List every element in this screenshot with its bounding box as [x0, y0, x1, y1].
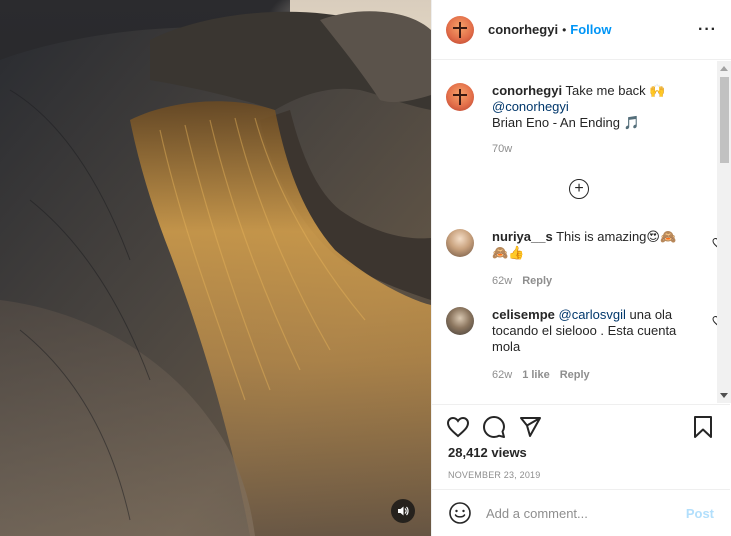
comment-composer: Post	[432, 489, 730, 536]
reply-button[interactable]: Reply	[522, 273, 552, 289]
comment-input[interactable]	[486, 505, 686, 521]
bookmark-icon[interactable]	[692, 415, 714, 439]
follow-button[interactable]: Follow	[570, 22, 611, 37]
plus-circle-icon[interactable]: +	[569, 179, 589, 199]
caption-age[interactable]: 70w	[492, 141, 512, 157]
comment-age[interactable]: 62w	[492, 367, 512, 383]
avatar[interactable]	[446, 83, 474, 111]
like-count[interactable]: 1 like	[522, 367, 550, 383]
comment-age[interactable]: 62w	[492, 273, 512, 289]
scrollbar-thumb[interactable]	[720, 77, 729, 163]
comment-emoji: 😍🙈	[646, 229, 677, 244]
scroll-down-arrow-icon[interactable]	[720, 393, 728, 398]
comment-text: This is amazing	[556, 229, 647, 244]
author-username[interactable]: conorhegyi	[488, 22, 558, 37]
ellipsis-icon[interactable]: ···	[698, 21, 717, 37]
scroll-up-arrow-icon[interactable]	[720, 66, 728, 71]
comment-icon[interactable]	[482, 415, 506, 439]
music-emoji: 🎵	[623, 115, 640, 130]
post-date[interactable]: NOVEMBER 23, 2019	[448, 470, 714, 480]
comments-list[interactable]: conorhegyi Take me back 🙌 @conorhegyi Br…	[432, 61, 730, 403]
caption-text: Take me back	[565, 83, 646, 98]
mute-button[interactable]	[391, 499, 415, 523]
wave-image	[0, 11, 431, 536]
separator-dot: •	[562, 22, 567, 37]
avatar[interactable]	[446, 307, 474, 335]
send-icon[interactable]	[518, 415, 542, 439]
post-header: conorhegyi • Follow ···	[432, 0, 731, 60]
post-actions: 28,412 views NOVEMBER 23, 2019	[432, 404, 730, 480]
comment-item: celisempe @carlosvgil una ola tocando el…	[446, 307, 724, 383]
caption-emoji: 🙌	[649, 83, 666, 98]
caption: conorhegyi Take me back 🙌 @conorhegyi Br…	[446, 83, 716, 157]
comment-mention[interactable]: @carlosvgil	[559, 307, 626, 322]
speaker-icon	[398, 506, 409, 516]
comment-emoji-line: 🙈👍	[492, 245, 525, 260]
caption-mention[interactable]: @conorhegyi	[492, 99, 716, 115]
post-button[interactable]: Post	[686, 506, 714, 521]
caption-username[interactable]: conorhegyi	[492, 83, 562, 98]
comment-username[interactable]: nuriya__s	[492, 229, 553, 244]
view-count[interactable]: 28,412 views	[448, 445, 714, 460]
heart-icon[interactable]	[446, 415, 470, 439]
caption-music: Brian Eno - An Ending	[492, 115, 620, 130]
comment-username[interactable]: celisempe	[492, 307, 555, 322]
post-sidebar: conorhegyi • Follow ··· conorhegyi Take …	[431, 0, 731, 536]
post-dialog: conorhegyi • Follow ··· conorhegyi Take …	[0, 0, 731, 536]
smiley-icon[interactable]	[448, 501, 472, 525]
reply-button[interactable]: Reply	[560, 367, 590, 383]
avatar[interactable]	[446, 15, 474, 44]
comments-scrollbar[interactable]	[717, 61, 731, 403]
post-video[interactable]	[0, 0, 431, 536]
avatar[interactable]	[446, 229, 474, 257]
comment-item: nuriya__s This is amazing😍🙈 🙈👍 62w Reply	[446, 229, 724, 289]
